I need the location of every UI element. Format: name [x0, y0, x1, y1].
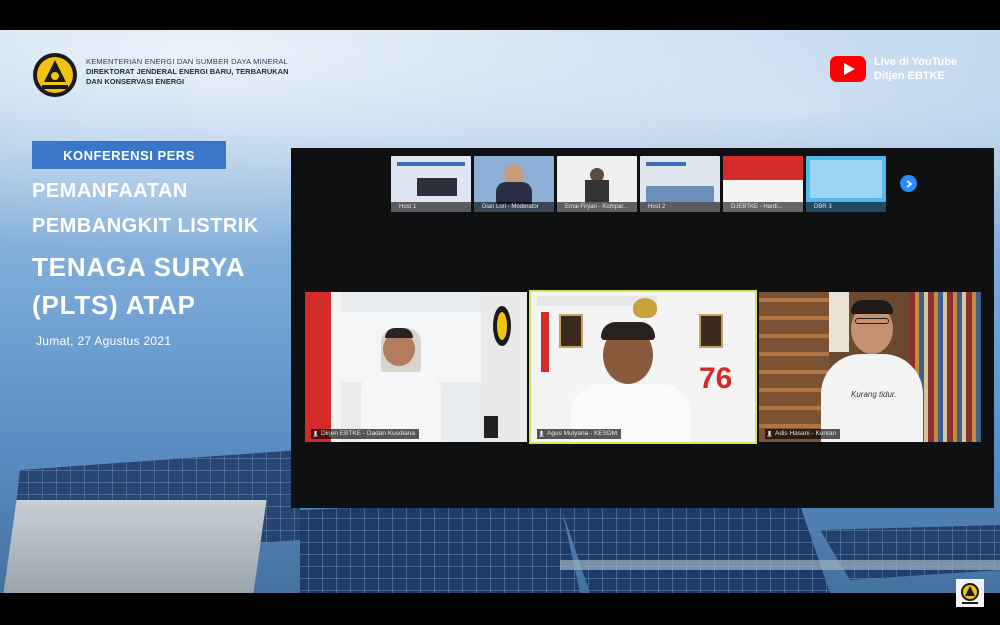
thumbnail-label: Host 2: [640, 202, 720, 212]
participant-name-label: Adis Hasani - Kontan: [765, 429, 841, 439]
next-page-button[interactable]: [900, 175, 917, 192]
video-conference-window: Host 1 Dian Lori - Moderator Emai Firyan…: [291, 148, 994, 508]
thumbnail-label: Dian Lori - Moderator: [474, 202, 554, 212]
ministry-line-2: DIREKTORAT JENDERAL ENERGI BARU, TERBARU…: [86, 67, 289, 76]
microphone-icon: [539, 431, 544, 437]
youtube-icon: [830, 56, 866, 82]
thumbnail-moderator[interactable]: Dian Lori - Moderator: [474, 156, 554, 212]
independence-logo-icon: 76: [699, 362, 733, 395]
participant-name-label: Dirjen EBTKE - Dadan Kusdiana: [311, 429, 419, 439]
participant-thumbnail-strip: Host 1 Dian Lori - Moderator Emai Firyan…: [391, 156, 886, 212]
thumbnail-host-1[interactable]: Host 1: [391, 156, 471, 212]
title-line-1: PEMANFAATAN: [32, 180, 188, 202]
esdm-logo-icon: [33, 53, 77, 97]
ministry-line-3: DAN KONSERVASI ENERGI: [86, 77, 185, 86]
thumbnail-dbr[interactable]: DBR 3: [806, 156, 886, 212]
thumbnail-label: DJEBTKE - Hardi...: [723, 202, 803, 212]
event-date: Jumat, 27 Agustus 2021: [36, 334, 172, 348]
participant-name: Agus Mulyana - KESDM: [547, 430, 618, 437]
letterbox-bottom: [0, 593, 1000, 625]
participant-name: Dirjen EBTKE - Dadan Kusdiana: [321, 430, 415, 437]
thumbnail-label: Emai Firyan - Kumpar...: [557, 202, 637, 212]
video-tile-agus-mulyana[interactable]: 76 Agus Mulyana - KESDM: [529, 290, 757, 444]
thumbnail-djebtke[interactable]: DJEBTKE - Hardi...: [723, 156, 803, 212]
microphone-icon: [313, 431, 318, 437]
rooftop-surface: [3, 500, 267, 593]
title-line-4: (PLTS) ATAP: [32, 290, 196, 320]
thumbnail-label: DBR 3: [806, 202, 886, 212]
youtube-line-2: Ditjen EBTKE: [874, 70, 945, 82]
conference-badge: KONFERENSI PERS: [32, 141, 226, 169]
youtube-live-info: Live di YouTube Ditjen EBTKE: [830, 55, 957, 83]
microphone-icon: [767, 431, 772, 437]
thumbnail-kumparan[interactable]: Emai Firyan - Kumpar...: [557, 156, 637, 212]
letterbox-top: [0, 0, 1000, 30]
thumbnail-label: Host 1: [391, 202, 471, 212]
esdm-watermark-icon: [956, 579, 984, 607]
youtube-line-1: Live di YouTube: [874, 56, 958, 68]
ministry-name: KEMENTERIAN ENERGI DAN SUMBER DAYA MINER…: [86, 57, 346, 87]
title-line-3: TENAGA SURYA: [32, 252, 246, 282]
participant-name-label: Agus Mulyana - KESDM: [537, 429, 622, 439]
thumbnail-host-2[interactable]: Host 2: [640, 156, 720, 212]
title-line-2: PEMBANGKIT LISTRIK: [32, 215, 259, 237]
shirt-print: Kurang tidur.: [851, 390, 897, 399]
video-tile-adis-hasani[interactable]: Kurang tidur. Adis Hasani - Kontan: [759, 292, 981, 442]
video-tile-dirjen[interactable]: Dirjen EBTKE - Dadan Kusdiana: [305, 292, 527, 442]
participant-name: Adis Hasani - Kontan: [775, 430, 837, 437]
ministry-line-1: KEMENTERIAN ENERGI DAN SUMBER DAYA MINER…: [86, 57, 288, 66]
chevron-right-icon: [906, 179, 912, 188]
